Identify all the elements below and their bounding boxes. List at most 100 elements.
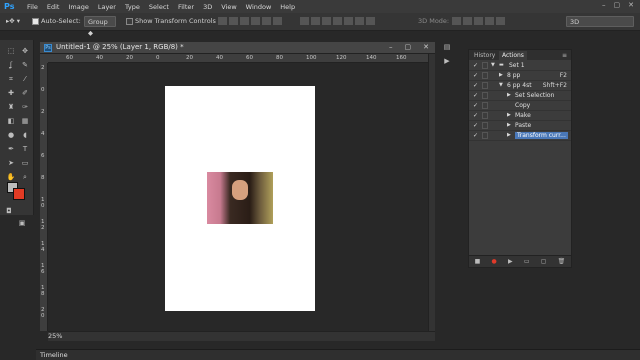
action-row[interactable]: ✓ ▶ 8 pp F2: [469, 71, 571, 81]
zoom-tool-icon[interactable]: ⌕: [20, 172, 30, 182]
workspace-dropdown[interactable]: 3D: [566, 16, 634, 27]
actions-panel-icon[interactable]: ▶: [442, 56, 452, 66]
ruler-h-tick: 120: [336, 55, 347, 61]
play-icon[interactable]: ▶: [508, 258, 513, 265]
eraser-tool-icon[interactable]: ◧: [6, 116, 16, 126]
path-select-icon[interactable]: ➤: [6, 158, 16, 168]
delete-icon[interactable]: 🗑: [558, 258, 566, 265]
expanded-triangle-icon[interactable]: ▼: [491, 62, 495, 68]
menu-image[interactable]: Image: [68, 3, 88, 11]
align-icons[interactable]: [218, 16, 284, 27]
action-row[interactable]: ✓ ▶ Set Selection: [469, 91, 571, 101]
menu-filter[interactable]: Filter: [178, 3, 194, 11]
menu-help[interactable]: Help: [280, 3, 295, 11]
quick-mask-icon[interactable]: ◘: [4, 206, 14, 216]
dialog-toggle-box[interactable]: [482, 112, 488, 119]
gradient-tool-icon[interactable]: ▦: [20, 116, 30, 126]
toggle-item-checkmark-icon[interactable]: ✓: [473, 132, 479, 140]
collapsed-triangle-icon[interactable]: ▶: [499, 72, 503, 78]
dialog-toggle-box[interactable]: [482, 122, 488, 129]
distribute-icons[interactable]: [300, 16, 377, 27]
move-tool-icon[interactable]: ✥: [20, 46, 30, 56]
toggle-item-checkmark-icon[interactable]: ✓: [473, 102, 479, 110]
healing-brush-icon[interactable]: ✚: [6, 88, 16, 98]
history-brush-icon[interactable]: ✑: [20, 102, 30, 112]
panel-menu-icon[interactable]: ≡: [559, 51, 570, 60]
crop-tool-icon[interactable]: ⌗: [6, 74, 16, 84]
maximize-icon[interactable]: ▢: [614, 1, 621, 9]
dodge-tool-icon[interactable]: ◖: [20, 130, 30, 140]
menu-layer[interactable]: Layer: [98, 3, 116, 11]
timeline-label: Timeline: [40, 351, 68, 359]
action-row[interactable]: ✓ ▶ Paste: [469, 121, 571, 131]
close-icon[interactable]: ✕: [628, 1, 634, 9]
action-row[interactable]: ✓ ▶ Transform curr...: [469, 131, 571, 141]
toggle-item-checkmark-icon[interactable]: ✓: [473, 122, 479, 130]
record-icon[interactable]: ●: [492, 258, 497, 265]
menu-window[interactable]: Window: [246, 3, 272, 11]
show-transform-checkbox[interactable]: Show Transform Controls: [126, 16, 216, 27]
action-row[interactable]: ✓ ▼ ▬ Set 1: [469, 61, 571, 71]
toggle-item-checkmark-icon[interactable]: ✓: [473, 112, 479, 120]
doc-close-icon[interactable]: ✕: [423, 43, 429, 51]
toggle-item-checkmark-icon[interactable]: ✓: [473, 92, 479, 100]
eyedropper-icon[interactable]: ⁄: [20, 74, 30, 84]
vertical-scrollbar[interactable]: [428, 54, 435, 331]
dialog-toggle-box[interactable]: [482, 62, 488, 69]
timeline-panel[interactable]: Timeline: [36, 349, 640, 360]
menu-view[interactable]: View: [221, 3, 236, 11]
hand-tool-icon[interactable]: ✋: [6, 172, 16, 182]
ruler-origin[interactable]: [40, 54, 48, 63]
dialog-toggle-box[interactable]: [482, 92, 488, 99]
blur-tool-icon[interactable]: ●: [6, 130, 16, 140]
toggle-item-checkmark-icon[interactable]: ✓: [473, 82, 479, 90]
move-tool-icon[interactable]: ▸✥ ▾: [6, 16, 20, 27]
auto-select-dropdown[interactable]: Group ◆: [84, 16, 116, 37]
background-color-swatch[interactable]: [13, 188, 25, 200]
tab-actions[interactable]: Actions: [499, 51, 527, 60]
quick-select-icon[interactable]: ✎: [20, 60, 30, 70]
action-row[interactable]: ✓ Copy: [469, 101, 571, 111]
tab-history[interactable]: History: [471, 51, 498, 60]
menu-edit[interactable]: Edit: [47, 3, 60, 11]
dialog-toggle-box[interactable]: [482, 102, 488, 109]
action-row[interactable]: ✓ ▶ Make: [469, 111, 571, 121]
marquee-tool-icon[interactable]: ⬚: [6, 46, 16, 56]
stop-icon[interactable]: ■: [475, 258, 481, 265]
vertical-ruler[interactable]: 2 0 2 4 6 8 1 0 1 2 1 4 1 6 1 8 2 0: [40, 63, 48, 331]
screen-mode-icon[interactable]: ▣: [17, 218, 27, 228]
menu-3d[interactable]: 3D: [203, 3, 212, 11]
stamp-tool-icon[interactable]: ♜: [6, 102, 16, 112]
collapsed-triangle-icon[interactable]: ▶: [507, 122, 511, 128]
toggle-item-checkmark-icon[interactable]: ✓: [473, 62, 479, 70]
dialog-toggle-box[interactable]: [482, 72, 488, 79]
lasso-tool-icon[interactable]: ʆ: [6, 60, 16, 70]
doc-maximize-icon[interactable]: ▢: [405, 43, 412, 51]
collapsed-triangle-icon[interactable]: ▶: [507, 112, 511, 118]
brush-tool-icon[interactable]: ✐: [20, 88, 30, 98]
new-set-icon[interactable]: ▭: [524, 258, 530, 265]
document-tab[interactable]: Ps Untitled-1 @ 25% (Layer 1, RGB/8) * –…: [40, 42, 435, 54]
pen-tool-icon[interactable]: ✒: [6, 144, 16, 154]
toggle-item-checkmark-icon[interactable]: ✓: [473, 72, 479, 80]
collapsed-triangle-icon[interactable]: ▶: [507, 132, 511, 138]
expanded-triangle-icon[interactable]: ▼: [499, 82, 503, 88]
doc-minimize-icon[interactable]: –: [389, 43, 393, 51]
collapsed-triangle-icon[interactable]: ▶: [507, 92, 511, 98]
zoom-level[interactable]: 25%: [48, 332, 62, 340]
type-tool-icon[interactable]: T: [20, 144, 30, 154]
auto-select-checkbox[interactable]: Auto-Select:: [32, 16, 81, 27]
action-row[interactable]: ✓ ▼ 6 pp 4st Shft+F2: [469, 81, 571, 91]
menu-select[interactable]: Select: [149, 3, 169, 11]
dialog-toggle-box[interactable]: [482, 132, 488, 139]
menu-file[interactable]: File: [27, 3, 38, 11]
history-panel-icon[interactable]: ▤: [442, 42, 452, 52]
shape-tool-icon[interactable]: ▭: [20, 158, 30, 168]
3d-mode-icons[interactable]: [452, 16, 507, 27]
horizontal-scrollbar[interactable]: [48, 331, 435, 341]
minimize-icon[interactable]: –: [602, 1, 606, 9]
menu-type[interactable]: Type: [125, 3, 140, 11]
dialog-toggle-box[interactable]: [482, 82, 488, 89]
horizontal-ruler[interactable]: 60 40 20 0 20 40 60 80 100 120 140 160: [48, 54, 428, 63]
new-action-icon[interactable]: ▢: [541, 258, 547, 265]
